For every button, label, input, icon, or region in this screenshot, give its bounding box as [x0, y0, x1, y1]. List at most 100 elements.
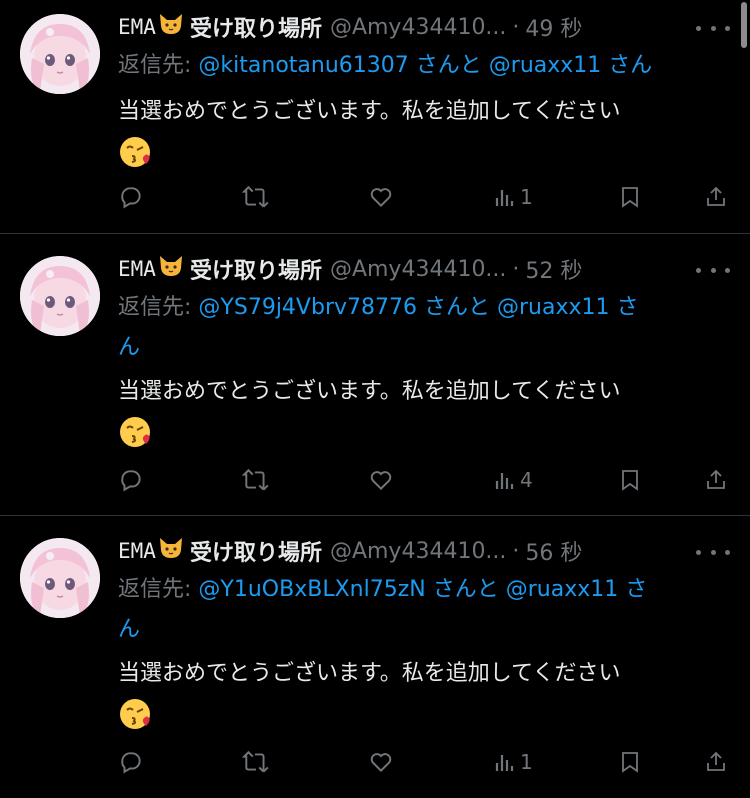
like-button[interactable]: [368, 464, 394, 496]
views-icon: [495, 473, 514, 489]
share-icon: [707, 469, 725, 489]
views-icon: [495, 190, 514, 206]
reply-conjunction: さんと: [432, 577, 499, 602]
share-button[interactable]: [704, 464, 728, 496]
reply-context: 返信先: @Y1uOBxBLXnl75zN さんと @ruaxx11 さ: [118, 570, 718, 610]
display-name-suffix: 受け取り場所: [189, 541, 322, 566]
mention-link[interactable]: @kitanotanu61307: [198, 53, 408, 78]
mention-link[interactable]: @ruaxx11: [497, 295, 610, 320]
timestamp[interactable]: 56 秒: [525, 535, 582, 567]
mention-link[interactable]: @Y1uOBxBLXnl75zN: [198, 577, 425, 602]
like-icon: [370, 753, 392, 773]
post[interactable]: EMA 受け取り場所 @Amy434410... · 49 秒 返信先: @ki…: [0, 0, 750, 234]
reply-icon: [121, 470, 141, 492]
display-name[interactable]: EMA 受け取り場所: [118, 11, 322, 43]
bookmark-icon: [622, 187, 638, 208]
reply-prefix: 返信先:: [118, 577, 192, 602]
views-icon: [495, 755, 514, 771]
face-blowing-kiss-icon: [118, 134, 154, 170]
post[interactable]: EMA 受け取り場所 @Amy434410... · 56 秒 返信先: @Y1…: [0, 516, 750, 798]
like-button[interactable]: [368, 181, 394, 213]
bookmark-icon: [622, 752, 638, 773]
cat-face-icon: [158, 12, 184, 42]
avatar[interactable]: [20, 538, 100, 618]
separator: ·: [512, 538, 520, 564]
more-icon[interactable]: [696, 18, 730, 38]
display-name-prefix: EMA: [118, 539, 156, 563]
post-header: EMA 受け取り場所 @Amy434410... · 56 秒: [118, 534, 730, 568]
more-icon[interactable]: [696, 260, 730, 280]
display-name-suffix: 受け取り場所: [189, 17, 322, 42]
display-name[interactable]: EMA 受け取り場所: [118, 253, 322, 285]
reply-suffix: さ: [625, 577, 648, 602]
post-header: EMA 受け取り場所 @Amy434410... · 52 秒: [118, 252, 730, 286]
separator: ·: [512, 14, 520, 40]
reply-button[interactable]: [118, 181, 144, 213]
post-header: EMA 受け取り場所 @Amy434410... · 49 秒: [118, 10, 730, 44]
timeline-feed: EMA 受け取り場所 @Amy434410... · 49 秒 返信先: @ki…: [0, 0, 750, 798]
share-icon: [707, 751, 725, 771]
repost-button[interactable]: [242, 746, 270, 778]
reply-icon: [121, 752, 141, 774]
share-icon: [707, 186, 725, 206]
timestamp[interactable]: 52 秒: [525, 253, 582, 285]
reply-prefix: 返信先:: [118, 53, 192, 78]
views-count: 4: [520, 468, 533, 492]
more-icon[interactable]: [696, 542, 730, 562]
user-handle[interactable]: @Amy434410...: [330, 539, 506, 564]
reply-context-wrap: ん: [118, 610, 720, 650]
display-name-prefix: EMA: [118, 257, 156, 281]
repost-button[interactable]: [242, 464, 270, 496]
post-text: 当選おめでとうございます。私を追加してください: [118, 661, 621, 686]
user-handle[interactable]: @Amy434410...: [330, 257, 506, 282]
mention-link[interactable]: @ruaxx11: [489, 53, 602, 78]
action-bar: 1: [118, 181, 730, 213]
repost-button[interactable]: [242, 181, 270, 213]
avatar[interactable]: [20, 14, 100, 94]
views-button[interactable]: 4: [494, 464, 533, 496]
views-button[interactable]: 1: [494, 746, 533, 778]
display-name[interactable]: EMA 受け取り場所: [118, 535, 322, 567]
mention-link[interactable]: @YS79j4Vbrv78776: [198, 295, 417, 320]
post-text: 当選おめでとうございます。私を追加してください: [118, 99, 621, 124]
like-icon: [370, 471, 392, 491]
bookmark-button[interactable]: [618, 746, 642, 778]
views-count: 1: [520, 750, 533, 774]
action-bar: 1: [118, 746, 730, 778]
reply-suffix: さん: [608, 53, 653, 78]
display-name-suffix: 受け取り場所: [189, 259, 322, 284]
post[interactable]: EMA 受け取り場所 @Amy434410... · 52 秒 返信先: @YS…: [0, 234, 750, 516]
reply-context: 返信先: @YS79j4Vbrv78776 さんと @ruaxx11 さ: [118, 288, 718, 328]
repost-icon: [242, 750, 269, 773]
separator: ·: [512, 256, 520, 282]
reply-prefix: 返信先:: [118, 295, 192, 320]
cat-face-icon: [158, 254, 184, 284]
repost-icon: [242, 185, 269, 208]
avatar[interactable]: [20, 256, 100, 336]
share-button[interactable]: [704, 181, 728, 213]
like-button[interactable]: [368, 746, 394, 778]
share-button[interactable]: [704, 746, 728, 778]
face-blowing-kiss-icon: [118, 696, 154, 732]
repost-icon: [242, 468, 269, 491]
bookmark-button[interactable]: [618, 464, 642, 496]
bookmark-button[interactable]: [618, 181, 642, 213]
reply-button[interactable]: [118, 464, 144, 496]
user-handle[interactable]: @Amy434410...: [330, 15, 506, 40]
face-blowing-kiss-icon: [118, 414, 154, 450]
views-button[interactable]: 1: [494, 181, 533, 213]
reply-button[interactable]: [118, 746, 144, 778]
reply-context-wrap: ん: [118, 328, 720, 368]
display-name-prefix: EMA: [118, 15, 156, 39]
reply-suffix-wrap: ん: [118, 335, 141, 360]
reply-conjunction: さんと: [424, 295, 491, 320]
mention-link[interactable]: @ruaxx11: [506, 577, 619, 602]
timestamp[interactable]: 49 秒: [525, 11, 582, 43]
reply-suffix-wrap: ん: [118, 617, 141, 642]
action-bar: 4: [118, 464, 730, 496]
reply-conjunction: さんと: [415, 53, 482, 78]
post-text: 当選おめでとうございます。私を追加してください: [118, 379, 621, 404]
reply-suffix: さ: [616, 295, 639, 320]
reply-icon: [121, 187, 141, 209]
bookmark-icon: [622, 470, 638, 491]
